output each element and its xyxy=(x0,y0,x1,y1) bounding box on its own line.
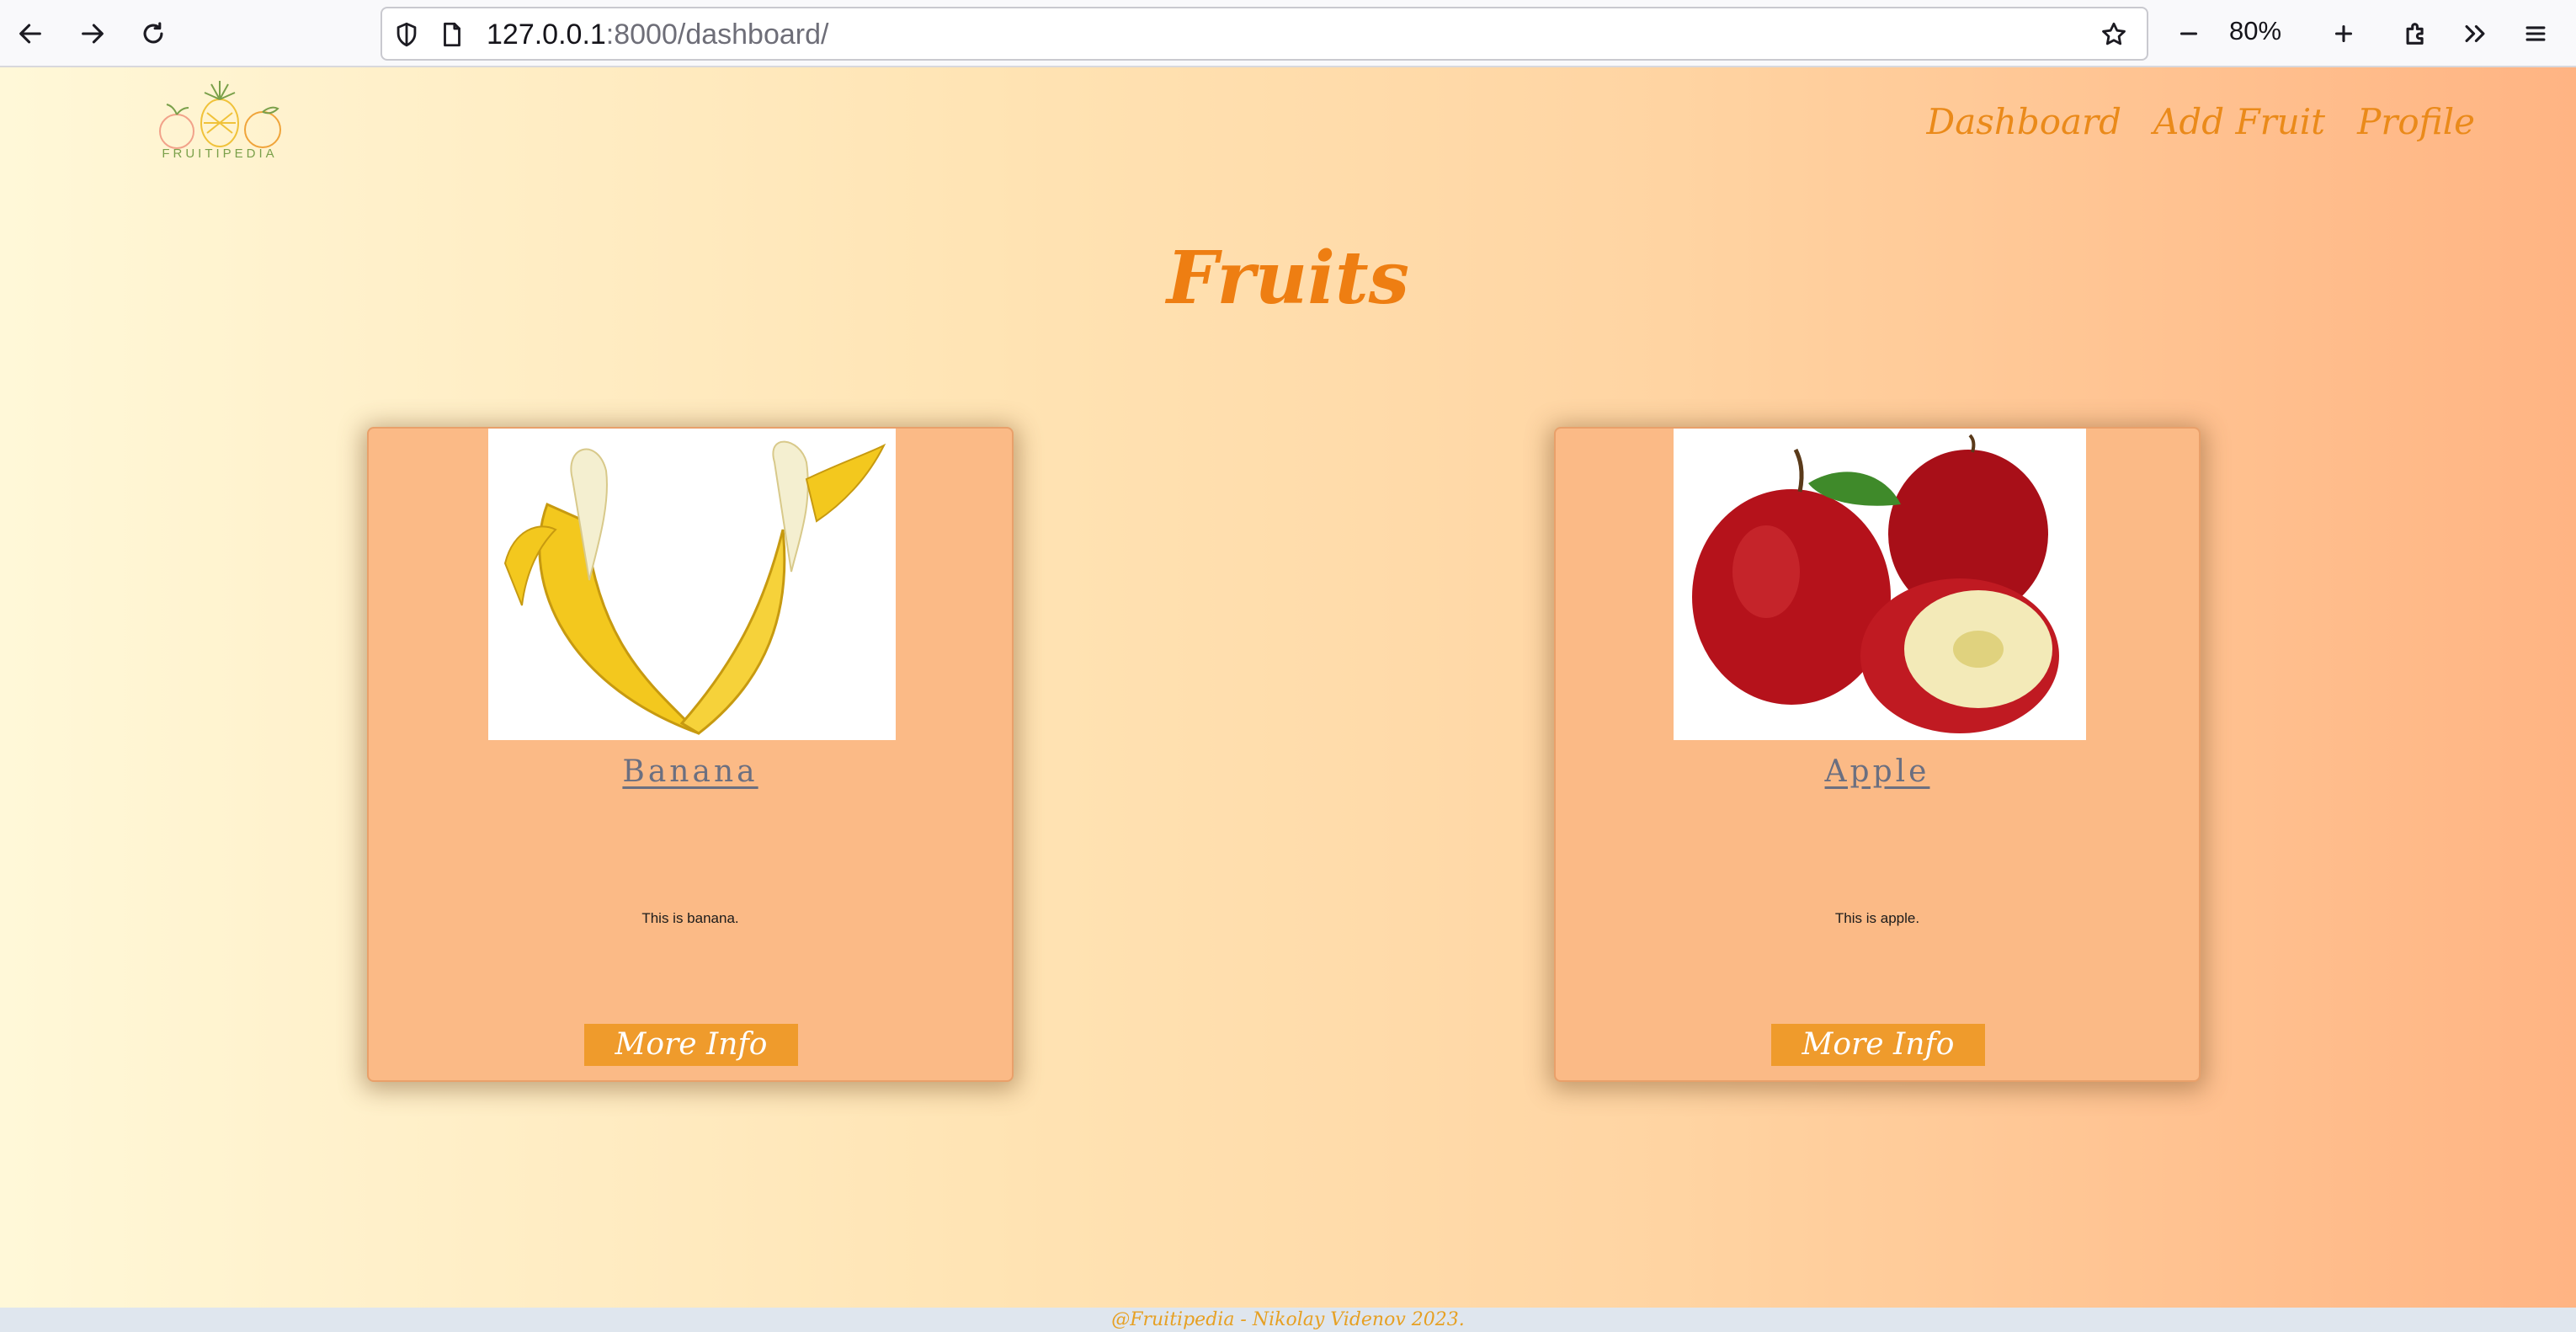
page-content: FRUITIPEDIA Dashboard Add Fruit Profile … xyxy=(0,67,2576,1308)
hamburger-menu-icon xyxy=(2525,26,2546,41)
fruits-logo-icon xyxy=(159,81,281,149)
plus-icon xyxy=(2334,24,2353,43)
page-title: Fruits xyxy=(1166,236,1410,321)
back-button[interactable] xyxy=(10,13,51,54)
menu-button[interactable] xyxy=(2515,13,2556,54)
nav-profile-link[interactable]: Profile xyxy=(2357,101,2475,142)
fruit-card-apple: Apple This is apple. More Info xyxy=(1554,427,2201,1082)
nav-add-fruit-link[interactable]: Add Fruit xyxy=(2153,101,2325,142)
shield-icon[interactable] xyxy=(392,20,421,49)
fruit-description-apple: This is apple. xyxy=(1834,910,1920,926)
page-icon xyxy=(438,20,466,49)
minus-icon xyxy=(2179,32,2198,35)
bookmark-star-icon[interactable] xyxy=(2100,20,2128,49)
fruit-name-apple[interactable]: Apple xyxy=(1556,754,2199,789)
main-nav: Dashboard Add Fruit Profile xyxy=(1927,101,2475,142)
zoom-level[interactable]: 80% xyxy=(2229,16,2281,46)
url-bar[interactable]: 127.0.0.1:8000/dashboard/ xyxy=(381,7,2148,61)
reload-icon xyxy=(143,22,163,44)
browser-toolbar: 127.0.0.1:8000/dashboard/ 80% xyxy=(0,0,2576,67)
more-info-button-apple[interactable]: More Info xyxy=(1771,1024,1985,1066)
zoom-out-button[interactable] xyxy=(2169,13,2209,54)
overflow-button[interactable] xyxy=(2455,13,2495,54)
arrow-right-icon xyxy=(82,24,104,44)
site-logo[interactable]: FRUITIPEDIA xyxy=(145,76,295,168)
fruit-description-banana: This is banana. xyxy=(641,910,739,926)
extensions-button[interactable] xyxy=(2396,13,2436,54)
url-host: 127.0.0.1 xyxy=(487,19,606,51)
reload-button[interactable] xyxy=(133,13,173,54)
forward-button[interactable] xyxy=(72,13,113,54)
chevrons-right-icon xyxy=(2465,24,2485,43)
page-footer: @Fruitipedia - Nikolay Videnov 2023. xyxy=(0,1308,2576,1332)
apple-image xyxy=(1674,429,2086,740)
fruit-name-banana[interactable]: Banana xyxy=(369,754,1012,789)
url-text[interactable]: 127.0.0.1:8000/dashboard/ xyxy=(487,17,828,52)
more-info-button-banana[interactable]: More Info xyxy=(584,1024,798,1066)
nav-dashboard-link[interactable]: Dashboard xyxy=(1927,101,2122,142)
logo-text: FRUITIPEDIA xyxy=(162,147,278,161)
fruit-card-banana: Banana This is banana. More Info xyxy=(367,427,1014,1082)
arrow-left-icon xyxy=(19,24,41,44)
puzzle-icon xyxy=(2406,23,2424,45)
zoom-in-button[interactable] xyxy=(2323,13,2364,54)
banana-image xyxy=(488,429,896,740)
url-path: :8000/dashboard/ xyxy=(605,19,829,51)
